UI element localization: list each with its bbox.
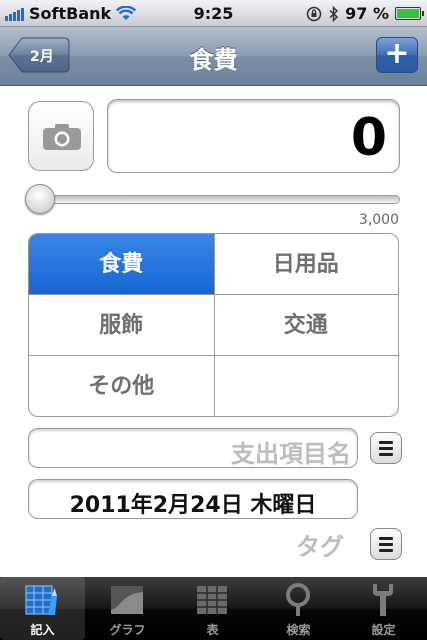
tab-settings[interactable]: 設定 (341, 577, 426, 640)
tab-search-label: 検索 (286, 623, 311, 637)
page-title: 食費 (189, 46, 238, 74)
tab-settings-label: 設定 (371, 623, 396, 637)
battery-percent: 97 % (345, 4, 389, 23)
expense-name-placeholder: 支出項目名 (231, 440, 351, 468)
tab-table[interactable]: 表 (170, 577, 255, 640)
tab-bar: 記入 グラフ 表 検索 設定 (0, 577, 427, 640)
table-icon (197, 586, 227, 614)
amount-slider-track[interactable] (30, 195, 400, 204)
category-other[interactable]: その他 (29, 356, 214, 416)
category-empty[interactable] (214, 356, 399, 416)
battery-icon (395, 7, 424, 20)
expense-name-list-button[interactable] (370, 432, 402, 464)
grid-divider (29, 355, 398, 356)
graph-icon (111, 586, 143, 614)
expense-name-input[interactable]: 支出項目名 (28, 428, 358, 468)
magnifier-icon (286, 583, 310, 616)
tab-entry[interactable]: 記入 (0, 577, 85, 640)
status-bar: SoftBank 9:25 97 % (0, 0, 427, 27)
category-daily-goods[interactable]: 日用品 (214, 234, 399, 295)
pen-entry-icon (25, 585, 57, 615)
camera-icon (43, 124, 81, 150)
rotation-lock-icon (306, 6, 322, 21)
grid-divider (214, 234, 215, 416)
category-food[interactable]: 食費 (29, 234, 214, 295)
tab-entry-label: 記入 (30, 623, 55, 637)
tab-table-label: 表 (206, 623, 219, 637)
bluetooth-icon (329, 5, 339, 22)
category-transport[interactable]: 交通 (214, 295, 399, 356)
tab-search[interactable]: 検索 (256, 577, 341, 640)
navigation-bar: 2月 食費 + (0, 27, 427, 86)
tab-graph-label: グラフ (109, 623, 146, 637)
wrench-icon (373, 584, 393, 616)
amount-slider-thumb[interactable] (25, 184, 55, 214)
amount-display[interactable]: 0 (107, 99, 400, 173)
status-right: 97 % (305, 4, 424, 23)
tab-graph[interactable]: グラフ (85, 577, 170, 640)
camera-button[interactable] (28, 101, 94, 171)
date-field[interactable]: 2011年2月24日 木曜日 (28, 479, 358, 519)
tag-label[interactable]: タグ (296, 527, 344, 562)
date-value: 2011年2月24日 木曜日 (69, 493, 317, 518)
grid-divider (29, 294, 398, 295)
slider-max-label: 3,000 (358, 212, 399, 228)
add-button[interactable]: + (376, 37, 418, 73)
category-grid: 食費 日用品 服飾 交通 その他 (28, 233, 399, 417)
category-clothing[interactable]: 服飾 (29, 295, 214, 356)
amount-value: 0 (350, 108, 387, 168)
tag-list-button[interactable] (370, 528, 402, 560)
